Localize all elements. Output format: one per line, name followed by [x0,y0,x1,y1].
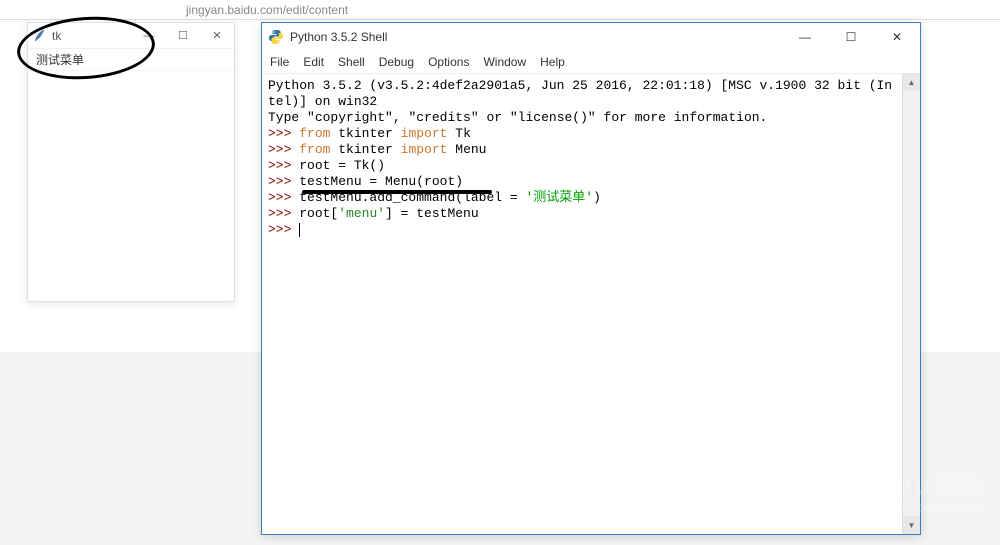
code-line-2: >>> from tkinter import Menu [268,142,914,158]
tk-menubar: 测试菜单 [28,49,234,71]
banner-line-2: tel)] on win32 [268,94,914,110]
menu-debug[interactable]: Debug [379,55,414,69]
scroll-up-button[interactable]: ▲ [903,73,920,91]
watermark-cn: 经验 [936,474,980,499]
code-line-3: >>> root = Tk() [268,158,914,174]
code-line-6: >>> root['menu'] = testMenu [268,206,914,222]
code-line-4: >>> testMenu = Menu(root) [268,174,914,190]
tk-menu-item-test[interactable]: 测试菜单 [36,51,84,68]
text-cursor [299,223,300,237]
shell-content[interactable]: Python 3.5.2 (v3.5.2:4def2a2901a5, Jun 2… [262,73,920,534]
shell-scrollbar[interactable]: ▲ ▼ [902,73,920,534]
menu-options[interactable]: Options [428,55,469,69]
tk-close-button[interactable]: ✕ [200,23,234,49]
banner-line-1: Python 3.5.2 (v3.5.2:4def2a2901a5, Jun 2… [268,78,914,94]
scroll-down-button[interactable]: ▼ [903,516,920,534]
shell-menubar: File Edit Shell Debug Options Window Hel… [262,51,920,73]
menu-help[interactable]: Help [540,55,565,69]
tk-title: tk [52,29,132,43]
code-line-1: >>> from tkinter import Tk [268,126,914,142]
browser-url-bar: jingyan.baidu.com/edit/content [0,0,1000,20]
tk-feather-icon [32,28,48,44]
menu-file[interactable]: File [270,55,289,69]
shell-minimize-button[interactable]: — [782,23,828,51]
shell-maximize-button[interactable]: ☐ [828,23,874,51]
shell-close-button[interactable]: ✕ [874,23,920,51]
code-line-7: >>> [268,222,914,238]
menu-shell[interactable]: Shell [338,55,365,69]
underline-annotation [302,190,492,194]
shell-title: Python 3.5.2 Shell [290,30,782,44]
tk-titlebar[interactable]: tk — ☐ ✕ [28,23,234,49]
banner-line-3: Type "copyright", "credits" or "license(… [268,110,914,126]
menu-window[interactable]: Window [483,55,526,69]
url-text: jingyan.baidu.com/edit/content [186,3,348,17]
tk-minimize-button[interactable]: — [132,23,166,49]
tk-window: tk — ☐ ✕ 测试菜单 [27,22,235,302]
menu-edit[interactable]: Edit [303,55,324,69]
python-icon [268,29,284,45]
tk-maximize-button[interactable]: ☐ [166,23,200,49]
python-shell-window: Python 3.5.2 Shell — ☐ ✕ File Edit Shell… [261,22,921,535]
shell-titlebar[interactable]: Python 3.5.2 Shell — ☐ ✕ [262,23,920,51]
